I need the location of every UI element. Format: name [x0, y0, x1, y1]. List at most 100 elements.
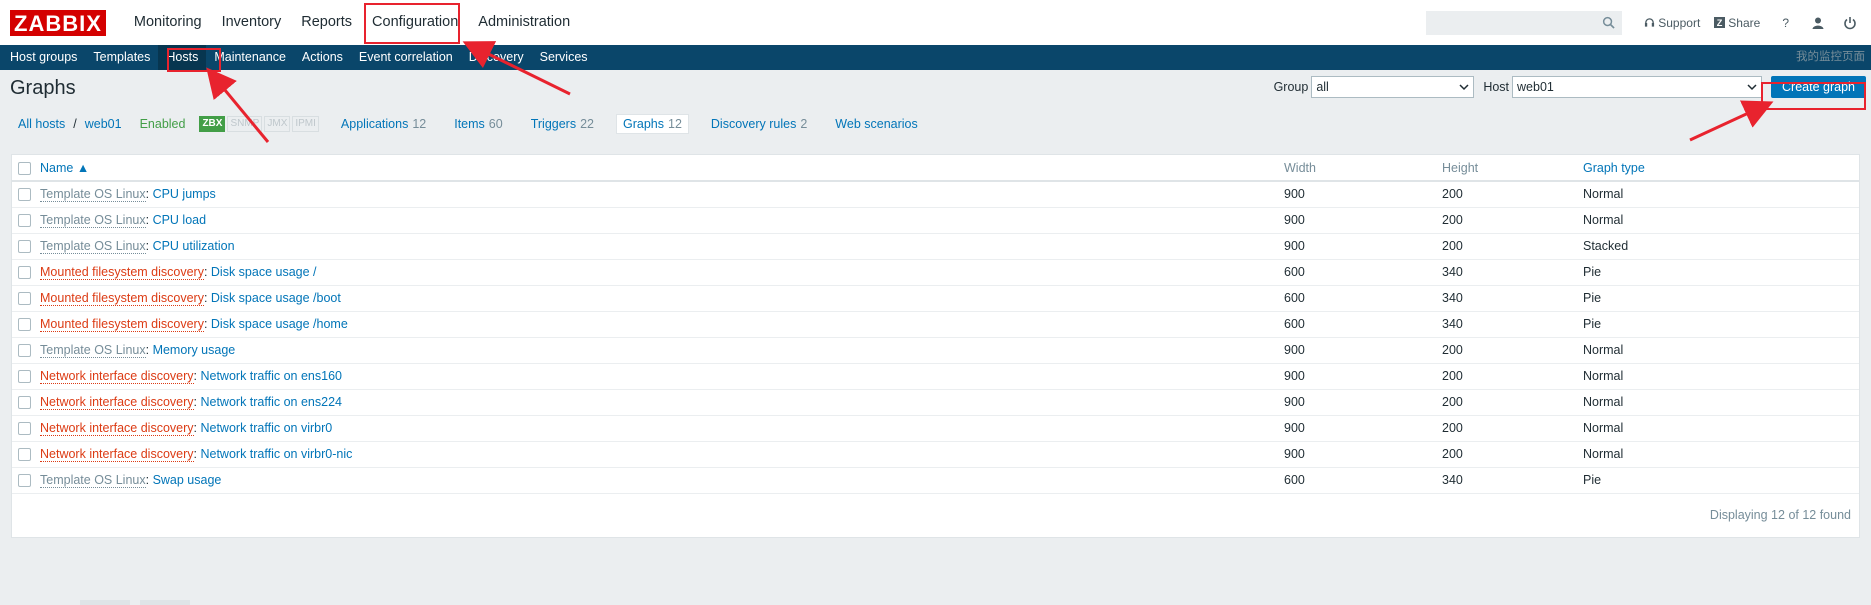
template-link[interactable]: Template OS Linux	[40, 473, 146, 488]
template-link[interactable]: Template OS Linux	[40, 343, 146, 358]
discovery-rule-link[interactable]: Mounted filesystem discovery	[40, 317, 204, 332]
graph-name-link[interactable]: Network traffic on ens160	[200, 369, 342, 383]
graph-type-cell: Pie	[1577, 311, 1859, 338]
graph-name-link[interactable]: Swap usage	[153, 473, 222, 487]
row-checkbox[interactable]	[18, 188, 31, 202]
graph-name-link[interactable]: Disk space usage /boot	[211, 291, 341, 305]
graph-name-link[interactable]: Disk space usage /	[211, 265, 317, 279]
row-checkbox[interactable]	[18, 292, 31, 306]
graph-name-link[interactable]: Network traffic on ens224	[200, 395, 342, 409]
submenu-services[interactable]: Services	[532, 45, 596, 70]
group-select-value: all	[1316, 80, 1329, 94]
graph-type-cell: Normal	[1577, 181, 1859, 208]
graphs-table-container: Name ▲ Width Height Graph type Template …	[11, 154, 1860, 538]
tab-count: 22	[580, 117, 594, 131]
annotation-box-create-graph	[1761, 82, 1866, 110]
name-separator: :	[145, 239, 153, 253]
graph-name-cell: Mounted filesystem discovery: Disk space…	[34, 259, 1278, 286]
tab-graphs[interactable]: Graphs 12	[616, 114, 689, 134]
row-checkbox[interactable]	[18, 448, 31, 462]
table-row: Template OS Linux: Swap usage 600 340 Pie	[12, 467, 1859, 494]
template-link[interactable]: Template OS Linux	[40, 187, 146, 203]
row-checkbox[interactable]	[18, 214, 31, 228]
host-select[interactable]: web01	[1512, 76, 1763, 98]
tab-applications[interactable]: Applications 12	[335, 115, 432, 133]
graph-name-link[interactable]: CPU utilization	[153, 239, 235, 253]
zabbix-logo[interactable]: ZABBIX	[10, 9, 106, 36]
submenu-host-groups[interactable]: Host groups	[2, 45, 85, 70]
name-separator: :	[145, 473, 153, 487]
discovery-rule-link[interactable]: Network interface discovery	[40, 369, 194, 384]
discovery-rule-link[interactable]: Network interface discovery	[40, 395, 194, 410]
host-link[interactable]: web01	[85, 117, 122, 131]
dashboard-corner-label[interactable]: 我的监控页面	[1796, 45, 1865, 70]
graph-name-link[interactable]: Network traffic on virbr0	[200, 421, 332, 435]
svg-text:Z: Z	[1717, 18, 1723, 28]
submenu-templates[interactable]: Templates	[85, 45, 158, 70]
graph-name-link[interactable]: CPU load	[153, 213, 207, 227]
discovery-rule-link[interactable]: Network interface discovery	[40, 421, 194, 436]
help-link[interactable]: ?	[1782, 16, 1789, 30]
graph-width-cell: 900	[1278, 415, 1436, 442]
graph-name-cell: Mounted filesystem discovery: Disk space…	[34, 311, 1278, 338]
row-checkbox-cell	[12, 337, 34, 364]
template-link[interactable]: Template OS Linux	[40, 239, 146, 254]
table-row: Template OS Linux: CPU load 900 200 Normal	[12, 207, 1859, 234]
column-name[interactable]: Name ▲	[34, 155, 1278, 182]
tab-items[interactable]: Items 60	[448, 115, 508, 133]
top-right-tools: Support Z Share ?	[1426, 0, 1871, 45]
breadcrumb-separator: /	[73, 117, 77, 131]
graph-name-link[interactable]: Network traffic on virbr0-nic	[200, 447, 352, 461]
row-checkbox-cell	[12, 389, 34, 416]
discovery-rule-link[interactable]: Mounted filesystem discovery	[40, 291, 204, 306]
tab-count: 2	[800, 117, 808, 131]
row-checkbox[interactable]	[18, 474, 31, 488]
graph-name-link[interactable]: Memory usage	[153, 343, 236, 357]
graph-name-link[interactable]: CPU jumps	[153, 187, 216, 201]
discovery-rule-link[interactable]: Mounted filesystem discovery	[40, 265, 204, 280]
submenu-actions[interactable]: Actions	[294, 45, 351, 70]
search-icon[interactable]	[1602, 16, 1615, 29]
submenu-discovery[interactable]: Discovery	[461, 45, 532, 70]
graph-name-cell: Mounted filesystem discovery: Disk space…	[34, 285, 1278, 312]
row-checkbox[interactable]	[18, 344, 31, 358]
row-checkbox[interactable]	[18, 266, 31, 280]
jmx-badge: JMX	[264, 116, 291, 132]
chevron-down-icon	[1747, 84, 1757, 91]
submenu-event-correlation[interactable]: Event correlation	[351, 45, 461, 70]
row-checkbox[interactable]	[18, 318, 31, 332]
mass-action-button[interactable]	[140, 600, 190, 605]
search-input[interactable]	[1427, 11, 1622, 34]
row-checkbox[interactable]	[18, 396, 31, 410]
graph-height-cell: 340	[1436, 285, 1577, 312]
user-profile-icon[interactable]	[1811, 16, 1825, 30]
support-link[interactable]: Support	[1644, 16, 1700, 30]
mass-action-button[interactable]	[80, 600, 130, 605]
column-graph-type[interactable]: Graph type	[1577, 155, 1859, 182]
template-link[interactable]: Template OS Linux	[40, 213, 146, 228]
tab-triggers[interactable]: Triggers 22	[525, 115, 600, 133]
menu-administration[interactable]: Administration	[468, 0, 580, 45]
share-link[interactable]: Z Share	[1714, 16, 1760, 30]
page-title: Graphs	[10, 76, 76, 99]
menu-monitoring[interactable]: Monitoring	[124, 0, 212, 45]
graph-height-cell: 200	[1436, 441, 1577, 468]
select-all-checkbox[interactable]	[18, 161, 31, 175]
sign-out-icon[interactable]	[1843, 16, 1857, 30]
tab-web-scenarios[interactable]: Web scenarios	[829, 115, 923, 133]
tab-discovery-rules[interactable]: Discovery rules 2	[705, 115, 813, 133]
graph-name-link[interactable]: Disk space usage /home	[211, 317, 348, 331]
zabbix-share-icon: Z	[1714, 17, 1726, 28]
zbx-badge: ZBX	[199, 116, 226, 132]
all-hosts-link[interactable]: All hosts	[18, 117, 65, 131]
row-checkbox[interactable]	[18, 422, 31, 436]
discovery-rule-link[interactable]: Network interface discovery	[40, 447, 194, 462]
row-checkbox[interactable]	[18, 240, 31, 254]
group-select[interactable]: all	[1311, 76, 1475, 98]
row-checkbox[interactable]	[18, 370, 31, 384]
graph-height-cell: 200	[1436, 181, 1577, 208]
menu-reports[interactable]: Reports	[291, 0, 362, 45]
record-count: Displaying 12 of 12 found	[1709, 508, 1851, 523]
host-status[interactable]: Enabled	[140, 117, 186, 131]
menu-inventory[interactable]: Inventory	[212, 0, 292, 45]
